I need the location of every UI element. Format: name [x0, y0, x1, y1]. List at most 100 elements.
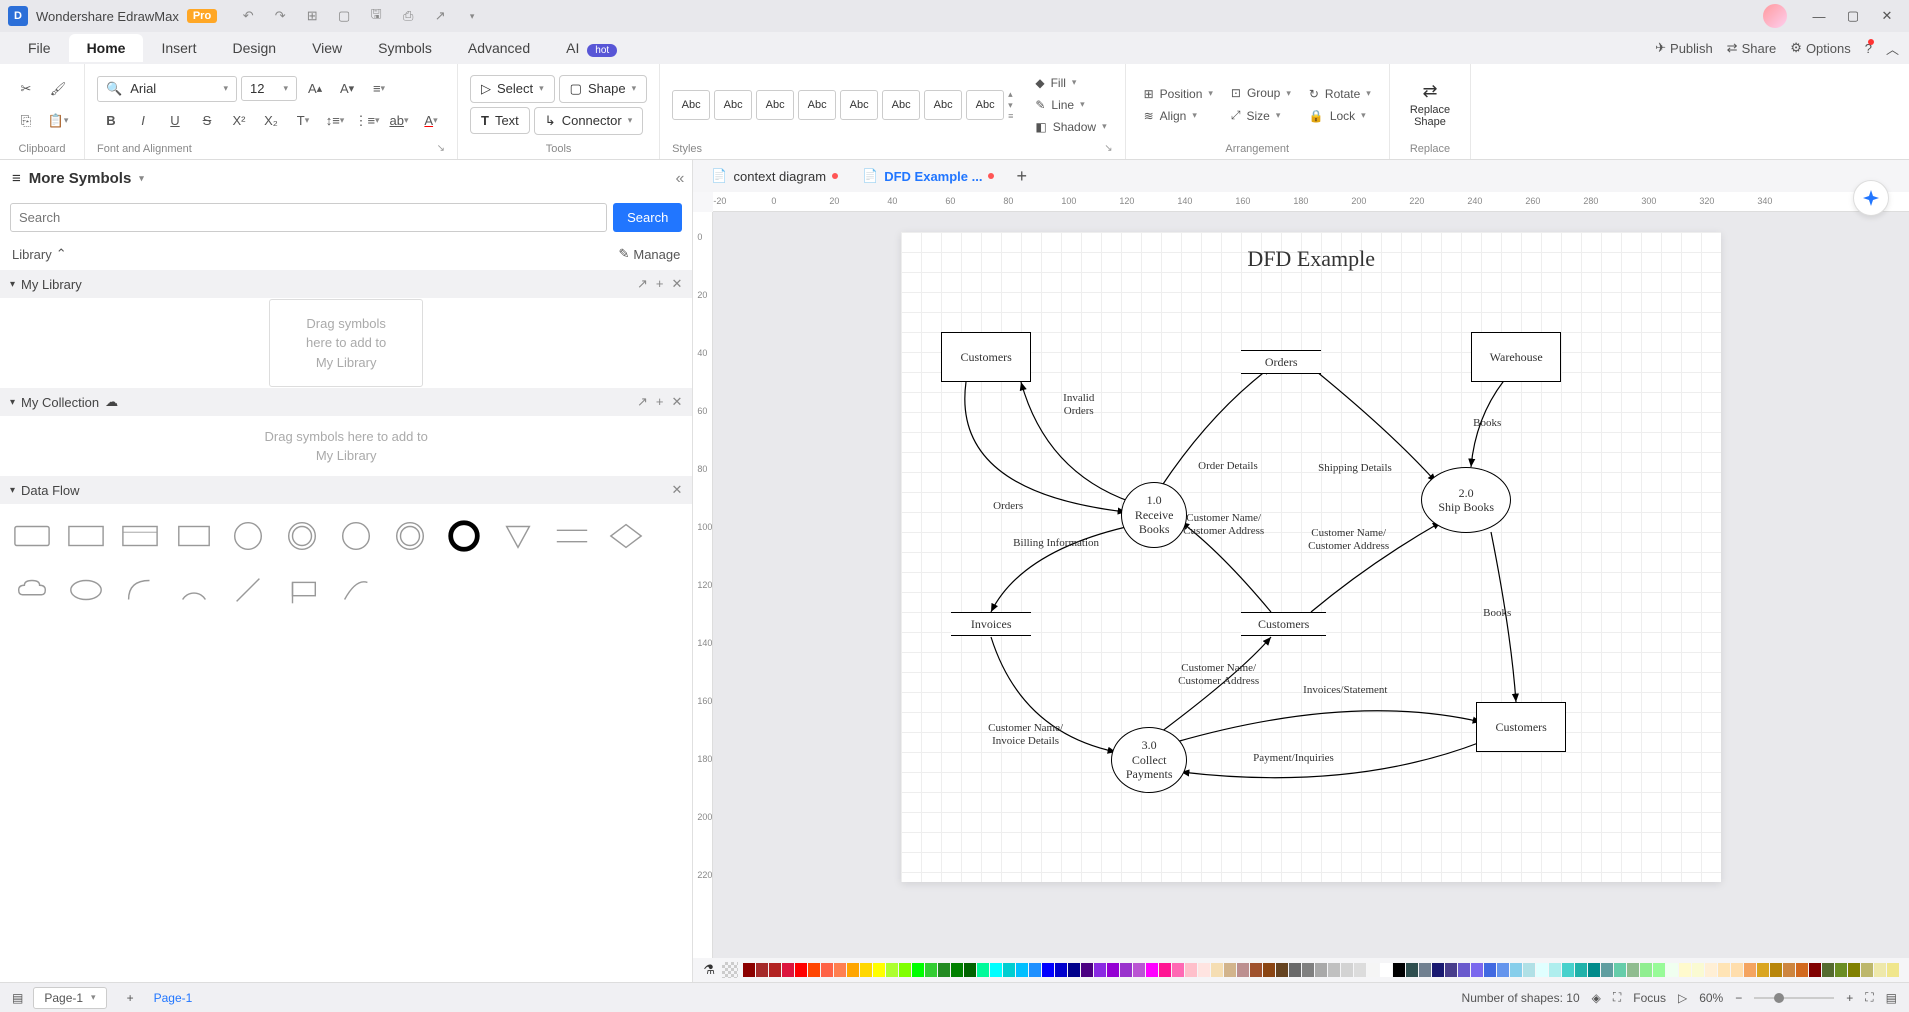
layers-icon[interactable]: ◈	[1592, 991, 1601, 1005]
color-swatch[interactable]	[1380, 963, 1392, 977]
styles-up[interactable]: ▴	[1008, 89, 1013, 100]
print-button[interactable]: ⎙	[397, 5, 419, 27]
color-swatch[interactable]	[1419, 963, 1431, 977]
tab-context-diagram[interactable]: 📄 context diagram	[701, 164, 848, 188]
color-swatch[interactable]	[1120, 963, 1132, 977]
style-3[interactable]: Abc	[756, 90, 794, 120]
group-button[interactable]: ⊡ Group ▾	[1225, 84, 1297, 102]
symbol-search-input[interactable]	[10, 203, 607, 232]
label-invoices-stmt[interactable]: Invoices/Statement	[1301, 684, 1389, 697]
library-dropdown[interactable]: Library ⌃	[12, 246, 67, 262]
color-swatch[interactable]	[1016, 963, 1028, 977]
add-page-button[interactable]: +	[117, 991, 144, 1005]
options-button[interactable]: ⚙ Options	[1790, 40, 1850, 56]
color-swatch[interactable]	[1029, 963, 1041, 977]
cut-button[interactable]: ✂	[12, 75, 40, 103]
label-billing[interactable]: Billing Information	[1011, 537, 1101, 550]
entity-warehouse[interactable]: Warehouse	[1471, 332, 1561, 382]
label-shipping-details[interactable]: Shipping Details	[1316, 462, 1394, 475]
shape-cloud[interactable]	[12, 570, 52, 610]
eyedropper-icon[interactable]: ⚗	[703, 962, 715, 978]
text-tool[interactable]: T Text	[470, 107, 530, 134]
style-5[interactable]: Abc	[840, 90, 878, 120]
transparent-swatch[interactable]	[722, 962, 738, 978]
color-swatch[interactable]	[1484, 963, 1496, 977]
color-swatch[interactable]	[1796, 963, 1808, 977]
section-add-icon[interactable]: +	[656, 276, 664, 292]
color-swatch[interactable]	[1640, 963, 1652, 977]
menu-advanced[interactable]: Advanced	[450, 34, 548, 62]
minimize-button[interactable]: —	[1805, 4, 1833, 28]
color-swatch[interactable]	[1744, 963, 1756, 977]
color-swatch[interactable]	[1822, 963, 1834, 977]
color-swatch[interactable]	[1861, 963, 1873, 977]
color-swatch[interactable]	[899, 963, 911, 977]
close-button[interactable]: ✕	[1873, 4, 1901, 28]
label-payment[interactable]: Payment/Inquiries	[1251, 752, 1336, 765]
fit-page-icon[interactable]: ⛶	[1865, 990, 1873, 1005]
shape-circle-bold[interactable]	[444, 516, 484, 556]
color-swatch[interactable]	[938, 963, 950, 977]
menu-file[interactable]: File	[10, 34, 69, 62]
my-library-dropzone[interactable]: Drag symbols here to add to My Library	[0, 298, 692, 388]
color-swatch[interactable]	[1315, 963, 1327, 977]
color-swatch[interactable]	[1159, 963, 1171, 977]
shadow-button[interactable]: ◧ Shadow ▾	[1029, 118, 1112, 136]
play-icon[interactable]: ▷	[1678, 991, 1687, 1005]
shape-triangle-down[interactable]	[498, 516, 538, 556]
color-swatch[interactable]	[1081, 963, 1093, 977]
select-tool[interactable]: ▷ Select ▾	[470, 75, 555, 103]
color-swatch[interactable]	[1601, 963, 1613, 977]
canvas-viewport[interactable]: DFD Example	[713, 212, 1909, 958]
zoom-slider[interactable]	[1754, 997, 1834, 999]
drawing-page[interactable]: DFD Example	[901, 232, 1721, 882]
color-swatch[interactable]	[912, 963, 924, 977]
shape-rect-header[interactable]	[120, 516, 160, 556]
style-7[interactable]: Abc	[924, 90, 962, 120]
color-swatch[interactable]	[1692, 963, 1704, 977]
fill-button[interactable]: ◆ Fill ▾	[1029, 74, 1112, 92]
shape-arc[interactable]	[336, 570, 376, 610]
color-swatch[interactable]	[756, 963, 768, 977]
color-swatch[interactable]	[1393, 963, 1405, 977]
entity-customers-right[interactable]: Customers	[1476, 702, 1566, 752]
color-swatch[interactable]	[951, 963, 963, 977]
section-export-icon[interactable]: ↗	[637, 276, 648, 292]
font-family-select[interactable]: 🔍 Arial ▾	[97, 76, 237, 102]
label-books1[interactable]: Books	[1471, 417, 1503, 430]
search-button[interactable]: Search	[613, 203, 682, 232]
label-books2[interactable]: Books	[1481, 607, 1513, 620]
label-order-details[interactable]: Order Details	[1196, 460, 1260, 473]
color-swatch[interactable]	[1198, 963, 1210, 977]
decrease-font-button[interactable]: A▾	[333, 75, 361, 103]
tab-dfd-example[interactable]: 📄 DFD Example ...	[852, 164, 1004, 188]
zoom-in-button[interactable]: +	[1846, 991, 1853, 1005]
color-swatch[interactable]	[1614, 963, 1626, 977]
color-swatch[interactable]	[1588, 963, 1600, 977]
color-swatch[interactable]	[1874, 963, 1886, 977]
datastore-customers[interactable]: Customers	[1241, 612, 1326, 636]
collection-add-icon[interactable]: +	[656, 394, 664, 410]
label-custaddr3[interactable]: Customer Name/ Customer Address	[1176, 662, 1261, 688]
color-swatch[interactable]	[1172, 963, 1184, 977]
color-swatch[interactable]	[925, 963, 937, 977]
color-swatch[interactable]	[1289, 963, 1301, 977]
color-swatch[interactable]	[1341, 963, 1353, 977]
menu-view[interactable]: View	[294, 34, 360, 62]
qat-more[interactable]: ▾	[461, 5, 483, 27]
bullets-button[interactable]: ⋮≡▾	[353, 107, 381, 135]
shape-double-circle2[interactable]	[390, 516, 430, 556]
my-collection-dropzone[interactable]: Drag symbols here to add to My Library	[0, 416, 692, 476]
style-1[interactable]: Abc	[672, 90, 710, 120]
replace-shape-button[interactable]: ⇄ Replace Shape	[1402, 77, 1458, 132]
color-swatch[interactable]	[795, 963, 807, 977]
shape-circle2[interactable]	[336, 516, 376, 556]
label-orders[interactable]: Orders	[991, 500, 1025, 513]
color-swatch[interactable]	[1367, 963, 1379, 977]
color-swatch[interactable]	[873, 963, 885, 977]
shape-circle[interactable]	[228, 516, 268, 556]
label-invalid-orders[interactable]: Invalid Orders	[1061, 392, 1096, 418]
focus-label[interactable]: Focus	[1633, 991, 1666, 1005]
collapse-panel-button[interactable]: «	[675, 170, 684, 188]
color-swatch[interactable]	[1471, 963, 1483, 977]
